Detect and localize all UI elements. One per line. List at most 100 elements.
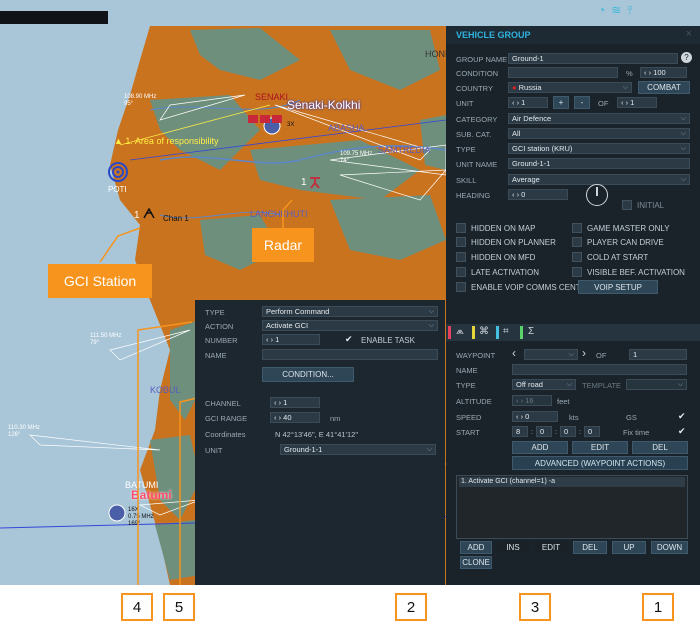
action-clone-button[interactable]: CLONE [460,556,492,569]
action-number-stepper[interactable]: ‹ › 1 [262,334,320,345]
action-label: ACTION [205,322,234,331]
route-icon[interactable]: ⩕ [456,326,464,337]
altitude-stepper[interactable]: ‹ › 16 [512,395,552,406]
action-name-input[interactable] [262,349,438,360]
heading-dial[interactable] [586,184,608,206]
voip-setup-button[interactable]: VOIP SETUP [578,280,658,294]
vehicle-group-panel: VEHICLE GROUP × GROUP NAME Ground-1 ? CO… [446,26,700,585]
action-add-button[interactable]: ADD [460,541,492,554]
start-second[interactable]: 0 [584,426,600,437]
map-label-senaki-kolkhi: Senaki-Kolkhi [287,98,361,112]
player-can-drive-checkbox[interactable] [572,237,582,247]
action-up-button[interactable]: UP [612,541,646,554]
waypoint-del-button[interactable]: DEL [632,441,688,454]
template-select[interactable]: ⌵ [626,379,687,390]
start-minute[interactable]: 0 [560,426,576,437]
unit-select[interactable]: Ground-1-1 ⌵ [280,444,436,455]
action-edit-button[interactable]: EDIT [534,541,568,554]
target-icon[interactable]: ⌘ [479,326,489,337]
heading-stepper[interactable]: ‹ › 0 [508,189,568,200]
waypoint-select[interactable]: ⌵ [524,349,578,360]
category-select[interactable]: Air Defence ⌵ [508,113,690,124]
unit-name-label: UNIT NAME [456,160,498,169]
late-activation-checkbox[interactable] [456,267,466,277]
action-select[interactable]: Activate GCI ⌵ [262,320,438,331]
antenna-icon: ⫯ [627,3,639,17]
gci-station-icon[interactable] [142,206,156,220]
close-icon[interactable]: × [686,28,692,40]
speed-label: SPEED [456,413,482,422]
unit-group-icon[interactable] [248,112,288,126]
condition-button[interactable]: CONDITION... [262,367,354,382]
action-number-label: NUMBER [205,336,238,345]
action-type-select[interactable]: Perform Command ⌵ [262,306,438,317]
hidden-on-mfd-checkbox[interactable] [456,252,466,262]
group-name-input[interactable]: Ground-1 [508,53,678,64]
radar-icon[interactable] [308,176,322,190]
visible-bef-activation-label: VISIBLE BEF. ACTIVATION [587,268,685,277]
combat-button[interactable]: COMBAT [638,81,690,94]
subcat-select[interactable]: All ⌵ [508,128,690,139]
summary-icon[interactable]: Σ [528,326,534,337]
category-label: CATEGORY [456,115,498,124]
unit-name-input[interactable]: Ground-1-1 [508,158,690,169]
enable-voip-checkbox[interactable] [456,282,466,292]
help-icon[interactable]: ? [681,52,692,63]
game-master-only-checkbox[interactable] [572,223,582,233]
action-del-button[interactable]: DEL [573,541,607,554]
tab-accent [472,326,475,339]
list-item[interactable]: 1. Activate GCI (channel=1) -a [459,477,685,487]
fix-time-label: Fix time [623,428,650,437]
actions-list[interactable]: 1. Activate GCI (channel=1) -a [456,475,688,539]
gci-range-stepper[interactable]: ‹ › 40 [270,412,320,423]
remove-unit-button[interactable]: - [574,96,590,109]
waypoint-label: WAYPOINT [456,351,496,360]
next-waypoint-icon[interactable]: › [582,346,586,360]
percent-stepper[interactable]: ‹ › 100 [640,67,687,78]
channel-stepper[interactable]: ‹ › 1 [270,397,320,408]
cold-at-start-checkbox[interactable] [572,252,582,262]
radar-unit-number: 1 [301,177,307,188]
prev-waypoint-icon[interactable]: ‹ [512,346,516,360]
gci-unit-number: 1 [134,210,140,221]
waypoint-add-button[interactable]: ADD [512,441,568,454]
waypoint-name-input[interactable] [512,364,687,375]
triggered-icon[interactable]: ⌗ [503,326,509,337]
cold-at-start-label: COLD AT START [587,253,649,262]
action-down-button[interactable]: DOWN [651,541,688,554]
type-select[interactable]: GCI station (KRU) ⌵ [508,143,690,154]
enable-voip-label: ENABLE VOIP COMMS CENTER [471,283,592,292]
gs-check-icon[interactable]: ✔ [678,411,686,422]
map-label-chan1: Chan 1 [163,214,189,223]
fix-time-check-icon[interactable]: ✔ [678,426,686,437]
chevron-down-icon: ⌵ [428,322,434,329]
add-unit-button[interactable]: + [553,96,569,109]
advanced-waypoint-actions-button[interactable]: ADVANCED (WAYPOINT ACTIONS) [512,456,688,470]
waypoint-tab-bar: ⩕ ⌘ ⌗ Σ [446,324,700,341]
mission-map[interactable]: ◔≋⫯ HONI SENAKI Senaki-Kolkhi ABASHA SAM… [0,0,700,585]
chevron-down-icon: ⌵ [680,176,686,183]
start-hour[interactable]: 0 [536,426,552,437]
enable-task-check-icon[interactable]: ✔ [345,334,353,345]
unit-of-stepper[interactable]: ‹ › 1 [617,97,657,108]
hidden-on-map-checkbox[interactable] [456,223,466,233]
chevron-down-icon: ⌵ [680,130,686,137]
action-type-label: TYPE [205,308,225,317]
chevron-down-icon: ⌵ [680,115,686,122]
condition-input[interactable] [508,67,618,78]
initial-checkbox[interactable] [622,200,632,210]
country-select[interactable]: ● Russia ⌵ [508,82,632,93]
visible-bef-activation-checkbox[interactable] [572,267,582,277]
start-day[interactable]: 8 [512,426,528,437]
action-ins-button[interactable]: INS [497,541,529,554]
waypoint-edit-button[interactable]: EDIT [572,441,628,454]
map-toolbar [0,11,108,24]
hidden-on-planner-checkbox[interactable] [456,237,466,247]
unit-label: UNIT [205,446,223,455]
unit-stepper[interactable]: ‹ › 1 [508,97,548,108]
chevron-down-icon: ⌵ [680,145,686,152]
speed-stepper[interactable]: ‹ › 0 [512,411,558,422]
channel-label: CHANNEL [205,399,241,408]
waypoint-type-select[interactable]: Off road ⌵ [512,379,576,390]
waypoint-of-label: OF [596,351,607,360]
